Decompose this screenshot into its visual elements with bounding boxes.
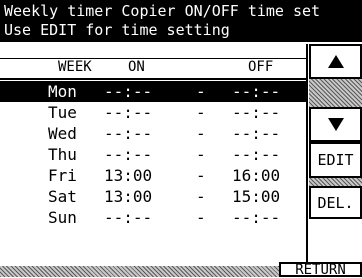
row-day: Tue [48, 103, 77, 122]
table-row-tue[interactable]: Tue --:-- - --:-- [0, 102, 306, 123]
row-separator: - [196, 82, 206, 101]
row-off-time: --:-- [232, 82, 281, 101]
row-day: Sun [48, 208, 77, 227]
row-day: Mon [48, 82, 77, 101]
row-on-time: --:-- [104, 124, 153, 143]
row-on-time: --:-- [104, 103, 153, 122]
row-on-time: --:-- [104, 145, 153, 164]
column-header-week: WEEK [58, 59, 92, 75]
row-on-time: 13:00 [104, 187, 153, 206]
row-off-time: 16:00 [232, 166, 281, 185]
row-separator: - [196, 103, 206, 122]
column-header-off: OFF [248, 59, 274, 75]
button-divider [309, 79, 362, 107]
column-header-on: ON [128, 59, 145, 75]
row-off-time: --:-- [232, 145, 281, 164]
scroll-up-button[interactable] [309, 44, 362, 79]
triangle-down-icon [327, 118, 344, 131]
row-off-time: 15:00 [232, 187, 281, 206]
row-off-time: --:-- [232, 208, 281, 227]
row-separator: - [196, 208, 206, 227]
instruction-text: Use EDIT for time setting [4, 21, 230, 39]
edit-button[interactable]: EDIT [309, 142, 362, 178]
row-separator: - [196, 166, 206, 185]
title-bar: Weekly timer Copier ON/OFF time set Use … [0, 0, 362, 42]
table-row-sun[interactable]: Sun --:-- - --:-- [0, 207, 306, 228]
title-text: Weekly timer Copier ON/OFF time set [4, 2, 321, 20]
row-on-time: 13:00 [104, 166, 153, 185]
return-button[interactable]: RETURN [279, 262, 362, 277]
row-separator: - [196, 187, 206, 206]
bottom-bar [0, 266, 279, 277]
row-on-time: --:-- [104, 82, 153, 101]
weekly-timer-table: WEEK ON OFF Mon --:-- - --:-- Tue --:-- … [0, 44, 308, 266]
row-day: Sat [48, 187, 77, 206]
scroll-down-button[interactable] [309, 107, 362, 142]
row-day: Wed [48, 124, 77, 143]
button-divider [309, 178, 362, 186]
table-header: WEEK ON OFF [0, 58, 306, 80]
row-off-time: --:-- [232, 103, 281, 122]
row-separator: - [196, 145, 206, 164]
table-row-wed[interactable]: Wed --:-- - --:-- [0, 123, 306, 144]
row-off-time: --:-- [232, 124, 281, 143]
row-on-time: --:-- [104, 208, 153, 227]
delete-button[interactable]: DEL. [309, 186, 362, 219]
triangle-up-icon [327, 55, 344, 68]
table-row-thu[interactable]: Thu --:-- - --:-- [0, 144, 306, 165]
row-day: Fri [48, 166, 77, 185]
table-row-mon[interactable]: Mon --:-- - --:-- [0, 81, 306, 102]
row-day: Thu [48, 145, 77, 164]
table-row-fri[interactable]: Fri 13:00 - 16:00 [0, 165, 306, 186]
row-separator: - [196, 124, 206, 143]
table-row-sat[interactable]: Sat 13:00 - 15:00 [0, 186, 306, 207]
